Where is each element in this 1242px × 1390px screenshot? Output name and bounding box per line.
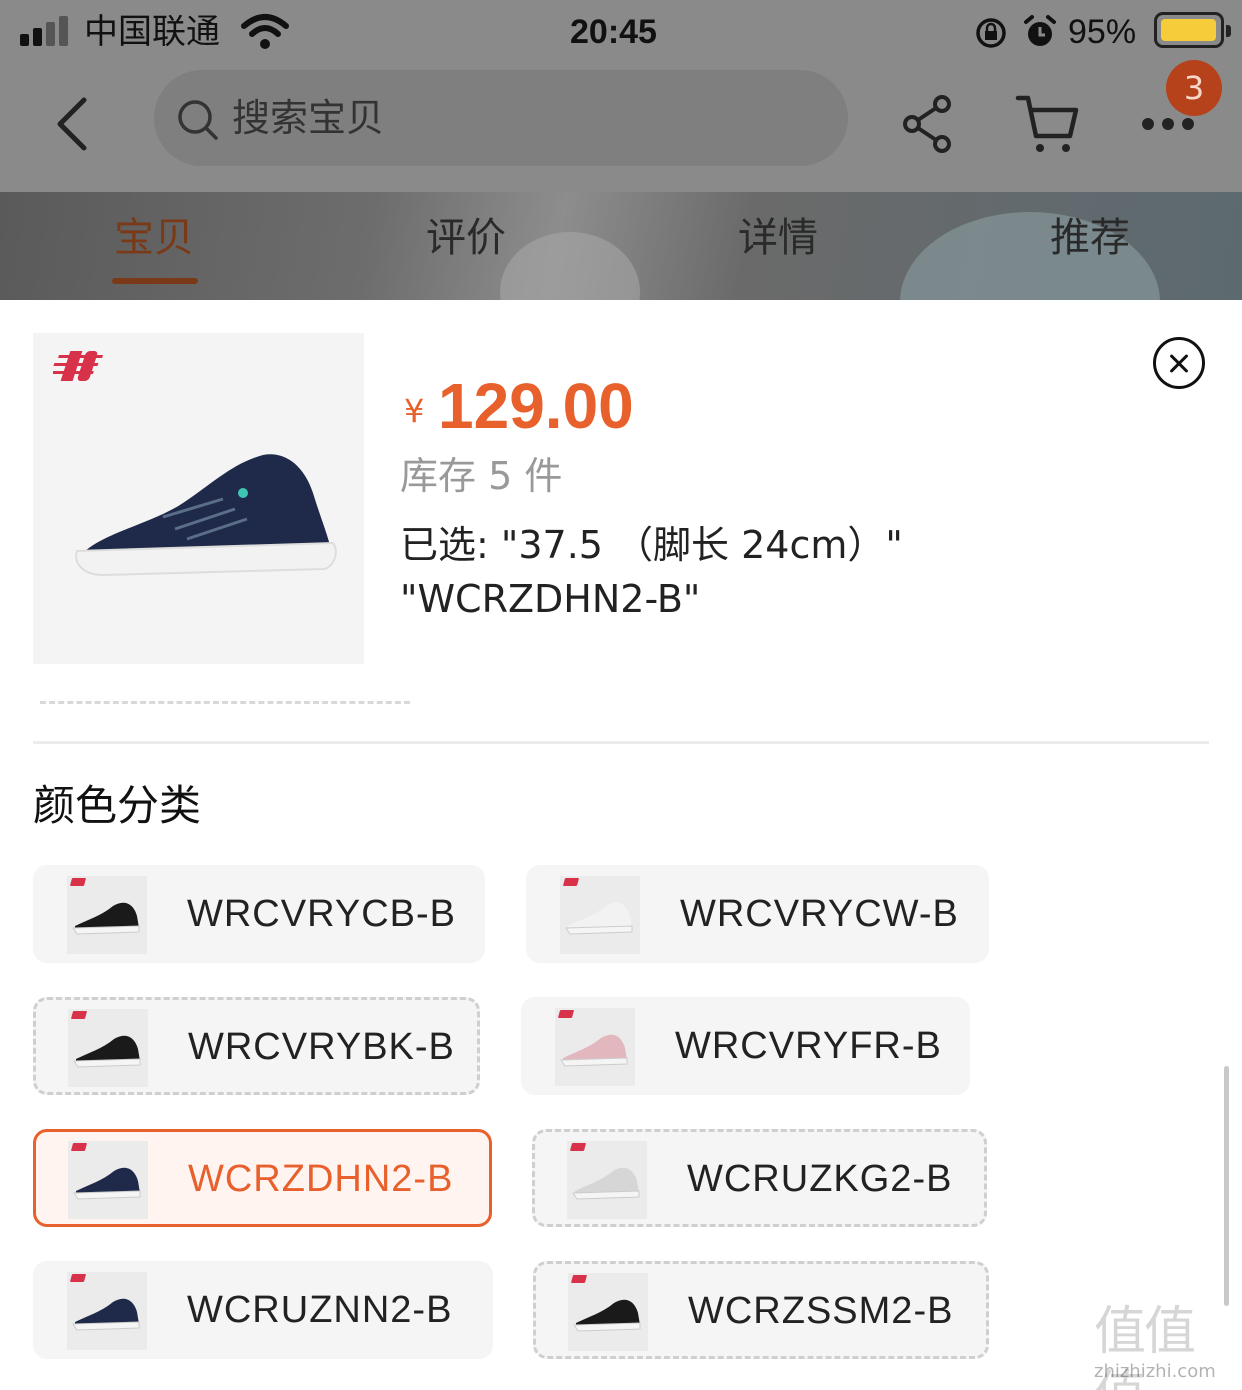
tab-recommend[interactable]: 推荐: [1050, 210, 1130, 266]
product-shoe-image: [75, 454, 337, 577]
color-option[interactable]: WCRZDHN2-B: [33, 1129, 492, 1227]
product-image[interactable]: [33, 333, 364, 664]
color-option[interactable]: WCRUZKG2-B: [532, 1129, 987, 1227]
color-option[interactable]: WRCVRYCW-B: [526, 865, 989, 963]
stock-count: 库存 5 件: [400, 454, 563, 498]
watermark-url: zhizhizhi.com: [1094, 1361, 1216, 1382]
clock: 20:45: [570, 13, 657, 51]
tab-details[interactable]: 详情: [738, 210, 818, 266]
color-option[interactable]: WCRUZNN2-B: [33, 1261, 493, 1359]
color-option-label: WCRZSSM2-B: [688, 1290, 954, 1332]
color-option-thumbnail: [67, 1272, 147, 1350]
section-divider: [33, 741, 1209, 744]
color-option-label: WRCVRYCW-B: [680, 893, 959, 935]
color-option-thumbnail: [567, 1141, 647, 1219]
share-icon[interactable]: [898, 92, 958, 156]
alarm-icon: [1024, 15, 1056, 46]
color-option-thumbnail: [68, 1141, 148, 1219]
color-option-thumbnail: [68, 1009, 148, 1087]
sku-selector-sheet: ¥ 129.00 库存 5 件 已选: "37.5 （脚长 24cm）" "WC…: [0, 300, 1242, 1390]
tab-underline: [112, 278, 198, 284]
new-balance-logo: [53, 351, 104, 381]
carrier-name: 中国联通: [84, 12, 220, 52]
back-arrow-icon[interactable]: [44, 92, 104, 156]
color-option[interactable]: WRCVRYFR-B: [521, 997, 970, 1095]
search-placeholder: 搜索宝贝: [232, 96, 385, 140]
search-bar[interactable]: 搜索宝贝: [154, 70, 848, 166]
color-option[interactable]: WRCVRYBK-B: [33, 997, 480, 1095]
color-option-thumbnail: [67, 876, 147, 954]
dashed-divider: [40, 694, 410, 704]
product-price: 129.00: [438, 370, 634, 442]
color-option-label: WRCVRYBK-B: [188, 1026, 455, 1068]
battery-icon: [1154, 12, 1231, 48]
color-option-thumbnail: [555, 1008, 635, 1086]
scrollbar[interactable]: [1224, 1066, 1229, 1306]
watermark: 值值值 zhizhizhi.com: [1092, 1300, 1238, 1390]
color-option-label: WRCVRYFR-B: [675, 1025, 942, 1067]
color-section-title: 颜色分类: [33, 781, 202, 830]
cart-icon[interactable]: [1014, 92, 1080, 156]
tab-bar: 宝贝 评价 详情 推荐: [0, 192, 1242, 300]
color-option[interactable]: WRCVRYCB-B: [33, 865, 485, 963]
color-option-label: WCRZDHN2-B: [188, 1158, 454, 1200]
color-option-label: WRCVRYCB-B: [187, 893, 456, 935]
tab-reviews[interactable]: 评价: [426, 210, 506, 266]
selected-sku-line2: "WCRZDHN2-B": [400, 577, 701, 621]
currency-symbol: ¥: [404, 392, 425, 430]
selected-sku-line1: 已选: "37.5 （脚长 24cm）": [400, 523, 903, 567]
battery-percent: 95%: [1068, 13, 1137, 51]
more-icon[interactable]: [1140, 116, 1196, 132]
close-button[interactable]: [1153, 337, 1205, 389]
color-option-label: WCRUZNN2-B: [187, 1289, 453, 1331]
cart-badge: 3: [1166, 60, 1222, 116]
signal-icon: [20, 14, 72, 46]
tab-item[interactable]: 宝贝: [114, 210, 194, 266]
selected-sku: 已选: "37.5 （脚长 24cm）" "WCRZDHN2-B": [400, 518, 960, 626]
color-option-thumbnail: [568, 1273, 648, 1351]
dimmed-page-background: 中国联通 20:45 95% 搜索宝贝 3 宝贝 评价 详情 推荐: [0, 0, 1242, 300]
nav-bar: 搜索宝贝: [0, 64, 1242, 192]
color-option-thumbnail: [560, 876, 640, 954]
search-icon: [178, 100, 218, 140]
color-option-label: WCRUZKG2-B: [687, 1158, 953, 1200]
wifi-icon: [241, 14, 289, 49]
color-option[interactable]: WCRZSSM2-B: [533, 1261, 989, 1359]
rotation-lock-icon: [976, 18, 1006, 48]
status-bar: 中国联通 20:45 95%: [0, 0, 1242, 64]
